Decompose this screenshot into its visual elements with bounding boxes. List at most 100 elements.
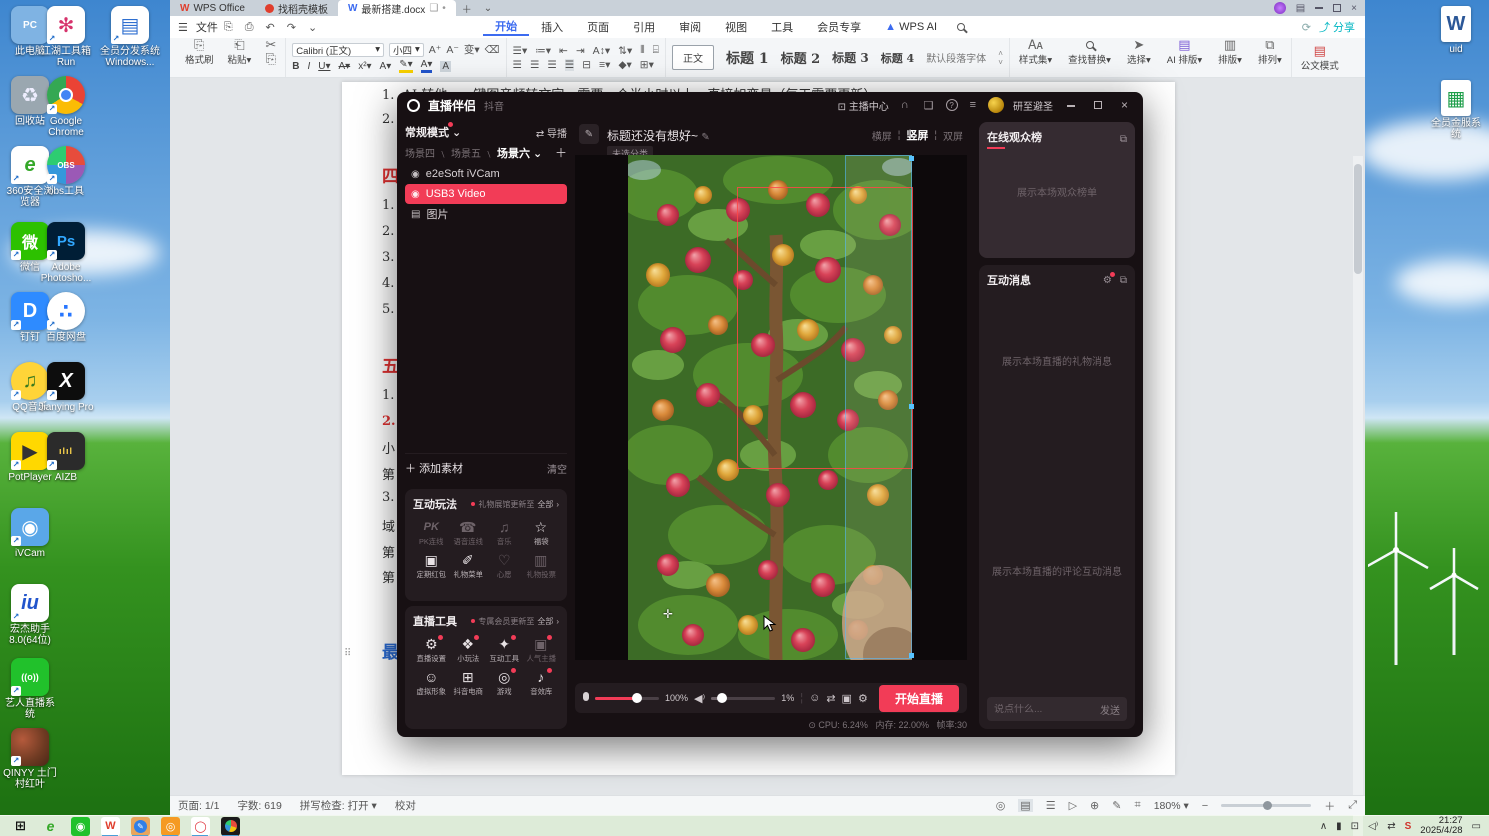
mode-select[interactable]: 常规模式 ⌄ (405, 122, 461, 140)
scrollbar-thumb[interactable] (1354, 164, 1362, 274)
workspace-icon[interactable]: ▤ (1296, 3, 1305, 14)
tool-section-update[interactable]: 专属会员更新至 全部 › (471, 616, 559, 627)
fit-page-icon[interactable]: ⌗ (1134, 799, 1140, 812)
feedback-chat-icon[interactable]: ❑ (921, 99, 937, 112)
maximize-button[interactable] (1089, 98, 1107, 112)
redo-icon[interactable]: ↷ (281, 21, 302, 34)
edit-mode-icon[interactable]: ✎ (1112, 799, 1121, 812)
desktop-icon-distribution-system[interactable]: ▤ ↗ 全员分发系统 Windows... (96, 6, 164, 68)
arrange-button[interactable]: ⧉ 排列▾ (1255, 38, 1285, 77)
speaker-volume-slider[interactable] (711, 693, 776, 703)
help-icon[interactable]: ? (945, 99, 958, 111)
tray-mic-icon[interactable]: ▮ (1336, 821, 1342, 832)
share-button[interactable]: ⤴ 分享 (1319, 19, 1355, 35)
format-painter-button[interactable]: ⎘ 格式刷 (182, 38, 217, 77)
desktop-icon-chrome[interactable]: ↗ Google Chrome (38, 76, 94, 138)
char-scale-button[interactable]: ⌸ (653, 44, 659, 57)
align-center-button[interactable]: ☰ (530, 59, 539, 71)
vertical-scrollbar[interactable] (1353, 156, 1363, 836)
landscape-option[interactable]: 横屏 (872, 128, 892, 143)
ribbon-tab-page[interactable]: 页面 (575, 19, 621, 35)
ribbon-tab-view[interactable]: 视图 (713, 19, 759, 35)
ribbon-tab-member[interactable]: 会员专享 (805, 19, 873, 35)
font-name-select[interactable]: Calibri (正文) ▾ (292, 42, 384, 57)
tool-mini-play[interactable]: ❖ 小玩法 (450, 635, 487, 664)
web-view-icon[interactable]: ⊕ (1090, 799, 1099, 812)
tool-sound-library[interactable]: ♪ 音效库 (523, 668, 560, 697)
send-button[interactable]: 发送 (1100, 702, 1120, 717)
source-image[interactable]: ▤ 图片 (405, 204, 567, 224)
tray-volume-icon[interactable]: ◁⁾ (1368, 821, 1378, 832)
feature-gift-vote[interactable]: ▥ 礼物投票 (523, 551, 560, 580)
dual-screen-option[interactable]: 双屏 (943, 128, 963, 143)
feature-voice-link[interactable]: ☎ 语音连线 (450, 518, 487, 547)
justify-button[interactable]: ☰ (564, 59, 575, 71)
taskbar-green-app[interactable]: ◉ (71, 816, 90, 836)
new-tab-button[interactable]: ＋ (456, 0, 478, 16)
zoom-out-button[interactable]: − (1202, 800, 1208, 812)
taskbar-red-ring-app[interactable]: ◯ (191, 816, 210, 836)
numbering-button[interactable]: ≔▾ (535, 45, 551, 57)
zoom-in-button[interactable]: ＋ (1324, 798, 1335, 814)
hamburger-icon[interactable]: ☰ (170, 21, 196, 34)
desktop-icon-photoshop[interactable]: Ps ↗ Adobe Photosho... (38, 222, 94, 284)
bullets-button[interactable]: ☰▾ (513, 45, 528, 57)
taskbar-orange-app[interactable]: ◎ (161, 816, 180, 836)
cut-copy-group[interactable]: ✂ ⎘ (262, 38, 279, 77)
select-button[interactable]: ➤ 选择▾ (1124, 38, 1154, 77)
search-icon[interactable] (957, 23, 966, 31)
speaker-icon[interactable]: ◀⁾ (694, 692, 705, 705)
change-case-button[interactable]: 变▾ (464, 42, 480, 57)
maximize-button[interactable] (1333, 4, 1342, 12)
tool-douyin-ecommerce[interactable]: ⊞ 抖音电商 (450, 668, 487, 697)
font-size-select[interactable]: 小四 ▾ (389, 42, 424, 57)
fullscreen-icon[interactable]: ⤢ (1348, 799, 1357, 812)
word-count[interactable]: 字数: 619 (237, 798, 281, 813)
feedback-bubble-icon[interactable]: ❑ (429, 3, 438, 14)
superscript-button[interactable]: x²▾ (358, 61, 371, 72)
distribute-button[interactable]: ⊟ (582, 59, 591, 71)
desktop-icon-qinyy[interactable]: ↗ QINYY 土门村红叶 (2, 728, 58, 790)
undo-icon[interactable]: ↶ (260, 21, 281, 34)
style-default-font[interactable]: 默认段落字体 (926, 50, 986, 65)
marks-button[interactable]: ⫴ (640, 44, 644, 57)
feature-pk-link[interactable]: PK PK连线 (413, 518, 450, 547)
add-scene-button[interactable]: ＋ (555, 144, 567, 161)
phonetic-button[interactable]: A▾ (380, 61, 392, 72)
mic-icon[interactable] (583, 692, 589, 704)
desktop-icon-baidu-netdisk[interactable]: ∴ ↗ 百度网盘 (38, 292, 94, 343)
ribbon-tab-review[interactable]: 审阅 (667, 19, 713, 35)
grow-font-button[interactable]: A⁺ (429, 44, 442, 56)
resize-handle[interactable] (909, 653, 914, 658)
feature-gift-menu[interactable]: ✐ 礼物菜单 (450, 551, 487, 580)
scene-tab-5[interactable]: 场景五 (451, 145, 481, 160)
resize-handle[interactable] (909, 404, 914, 409)
audience-rank-title[interactable]: 在线观众榜 (987, 129, 1042, 149)
taskbar-live-companion-active[interactable]: ✎ (131, 816, 150, 836)
outline-view-icon[interactable]: ☰ (1046, 799, 1056, 812)
sort-button[interactable]: ⇅▾ (618, 45, 632, 57)
feature-red-packet[interactable]: ▣ 定期红包 (413, 551, 450, 580)
camera-icon[interactable]: ▣ (842, 692, 852, 705)
taskbar-clock[interactable]: 21:27 2025/4/28 (1420, 816, 1462, 836)
tool-live-settings[interactable]: ⚙ 直播设置 (413, 635, 450, 664)
indent-button[interactable]: ⇥ (576, 45, 585, 57)
zoom-slider[interactable] (1221, 801, 1312, 810)
ribbon-tab-home[interactable]: 开始 (483, 18, 530, 36)
tray-network-icon[interactable]: ⇄ (1387, 821, 1395, 832)
style-heading4[interactable]: 标题 4 (881, 50, 914, 66)
tray-expand-icon[interactable]: ∧ (1320, 821, 1327, 832)
shading-button[interactable]: ◆▾ (618, 59, 631, 71)
minimize-button[interactable] (1062, 98, 1080, 112)
source-selection-blue[interactable] (845, 155, 914, 659)
ribbon-tab-tools[interactable]: 工具 (759, 19, 805, 35)
print-icon[interactable]: ⎙ (239, 21, 260, 34)
preview-stage[interactable]: ✛ (575, 155, 967, 660)
text-direction-button[interactable]: A↕▾ (593, 45, 611, 57)
proofread[interactable]: 校对 (395, 798, 416, 813)
close-button[interactable]: × (1116, 98, 1133, 112)
zoom-level[interactable]: 180% ▾ (1154, 800, 1189, 812)
scene-tab-4[interactable]: 场景四 (405, 145, 435, 160)
spell-check[interactable]: 拼写检查: 打开 ▾ (300, 798, 377, 813)
messages-settings-icon[interactable]: ⚙ (1103, 271, 1115, 286)
